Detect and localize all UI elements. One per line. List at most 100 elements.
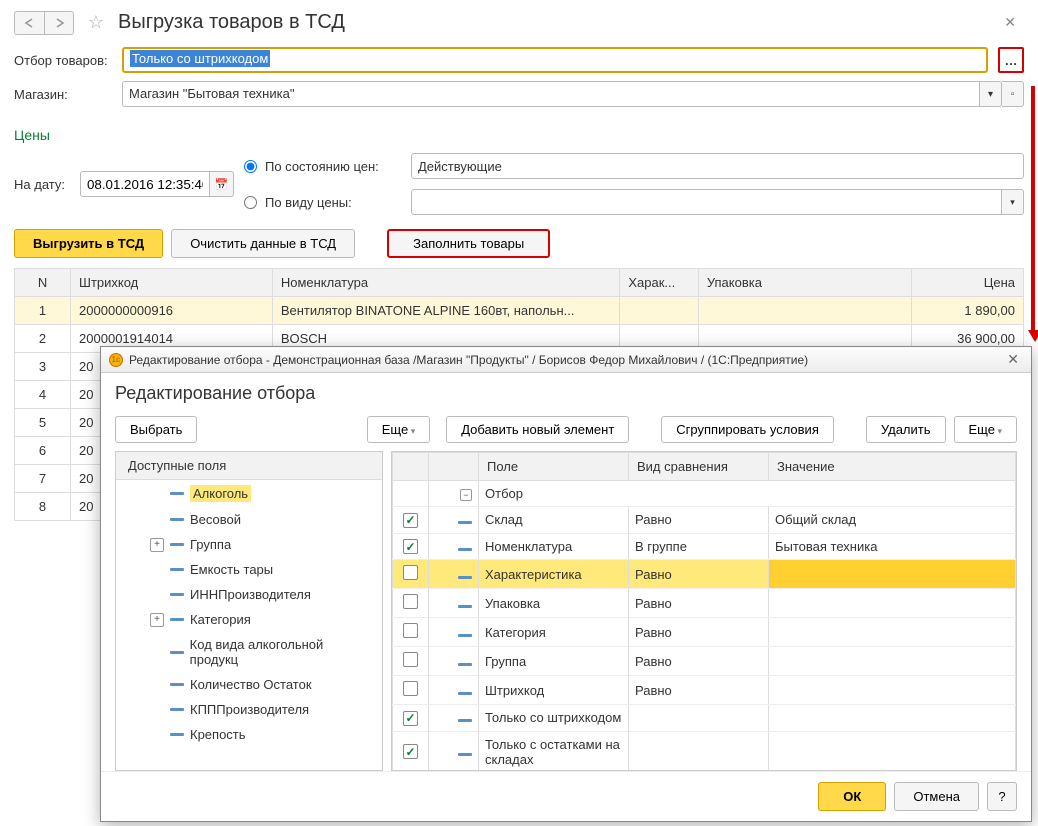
help-button[interactable]: ?: [987, 782, 1017, 811]
tree-label: Крепость: [190, 727, 246, 742]
tree-item[interactable]: +Категория: [116, 607, 382, 632]
cond-row[interactable]: Склад Равно Общий склад: [393, 507, 1016, 534]
window-close-button[interactable]: ✕: [996, 10, 1024, 35]
filter-input[interactable]: Только со штрихкодом: [122, 47, 988, 73]
collapse-icon[interactable]: −: [460, 489, 472, 501]
cond-value: [769, 676, 1016, 705]
cond-checkbox[interactable]: [403, 565, 418, 580]
cond-row[interactable]: Только со штрихкодом: [393, 705, 1016, 732]
cond-checkbox[interactable]: [403, 539, 418, 554]
dialog-title: Редактирование отбора: [101, 373, 1031, 412]
cell-barcode: 2000000000916: [71, 297, 273, 325]
cond-checkbox[interactable]: [403, 594, 418, 609]
cancel-button[interactable]: Отмена: [894, 782, 979, 811]
filter-ellipsis-button[interactable]: …: [998, 47, 1024, 73]
cond-col-icon: [429, 453, 479, 481]
cond-checkbox[interactable]: [403, 681, 418, 696]
date-label: На дату:: [14, 177, 70, 192]
calendar-button[interactable]: 📅: [210, 171, 234, 197]
tree-item[interactable]: Код вида алкогольной продукц: [116, 632, 382, 672]
cond-col-check: [393, 453, 429, 481]
cond-row[interactable]: Группа Равно: [393, 647, 1016, 676]
filter-editor-dialog: 1c Редактирование отбора - Демонстрацион…: [100, 346, 1032, 822]
delete-button[interactable]: Удалить: [866, 416, 946, 443]
date-input[interactable]: [80, 171, 210, 197]
expand-spacer: [150, 487, 164, 501]
cond-value: [769, 560, 1016, 589]
tree-item[interactable]: КПППроизводителя: [116, 697, 382, 722]
expand-spacer: [150, 563, 164, 577]
cond-row[interactable]: Характеристика Равно: [393, 560, 1016, 589]
add-element-button[interactable]: Добавить новый элемент: [446, 416, 629, 443]
app-icon: 1c: [109, 353, 123, 367]
export-button[interactable]: Выгрузить в ТСД: [14, 229, 163, 258]
tree-item[interactable]: Количество Остаток: [116, 672, 382, 697]
price-type-dropdown-button[interactable]: ▾: [1002, 189, 1024, 215]
cond-row[interactable]: Упаковка Равно: [393, 589, 1016, 618]
price-state-value[interactable]: Действующие: [411, 153, 1024, 179]
cond-row[interactable]: Номенклатура В группе Бытовая техника: [393, 533, 1016, 560]
expand-icon[interactable]: +: [150, 613, 164, 627]
fill-button[interactable]: Заполнить товары: [387, 229, 550, 258]
tree-item[interactable]: +Группа: [116, 532, 382, 557]
col-header-n[interactable]: N: [15, 269, 71, 297]
expand-spacer: [150, 513, 164, 527]
table-row[interactable]: 1 2000000000916 Вентилятор BINATONE ALPI…: [15, 297, 1024, 325]
field-icon: [170, 708, 184, 711]
store-input[interactable]: Магазин "Бытовая техника": [122, 81, 980, 107]
cond-checkbox[interactable]: [403, 711, 418, 726]
cond-checkbox[interactable]: [403, 744, 418, 759]
expand-spacer: [150, 588, 164, 602]
cell-pack: [698, 297, 911, 325]
price-type-radio[interactable]: [244, 196, 257, 209]
nav-forward-button[interactable]: [44, 11, 74, 35]
group-conditions-button[interactable]: Сгруппировать условия: [661, 416, 834, 443]
price-state-radio[interactable]: [244, 160, 257, 173]
more-button-right[interactable]: Еще: [954, 416, 1017, 443]
cond-compare: Равно: [629, 618, 769, 647]
cell-nom: Вентилятор BINATONE ALPINE 160вт, наполь…: [272, 297, 620, 325]
price-state-radio-label: По состоянию цен:: [265, 159, 395, 174]
col-header-pack[interactable]: Упаковка: [698, 269, 911, 297]
col-header-char[interactable]: Харак...: [620, 269, 698, 297]
tree-label: Весовой: [190, 512, 241, 527]
col-header-price[interactable]: Цена: [911, 269, 1023, 297]
field-icon: [458, 521, 472, 524]
select-button[interactable]: Выбрать: [115, 416, 197, 443]
cond-field: Номенклатура: [479, 533, 629, 560]
cond-row[interactable]: Только с остатками на складах: [393, 731, 1016, 771]
cond-checkbox[interactable]: [403, 513, 418, 528]
favorite-star-icon[interactable]: ☆: [84, 11, 108, 35]
more-button-left[interactable]: Еще: [367, 416, 430, 443]
store-dropdown-button[interactable]: ▾: [980, 81, 1002, 107]
cond-col-field[interactable]: Поле: [479, 453, 629, 481]
tree-item[interactable]: Емкость тары: [116, 557, 382, 582]
field-icon: [170, 518, 184, 521]
cond-row[interactable]: Штрихкод Равно: [393, 676, 1016, 705]
cond-row[interactable]: Категория Равно: [393, 618, 1016, 647]
tree-item[interactable]: Алкоголь: [116, 480, 382, 507]
nav-back-button[interactable]: [14, 11, 44, 35]
cell-char: [620, 297, 698, 325]
store-open-button[interactable]: ▫: [1002, 81, 1024, 107]
cond-checkbox[interactable]: [403, 623, 418, 638]
clear-button[interactable]: Очистить данные в ТСД: [171, 229, 355, 258]
col-header-barcode[interactable]: Штрихкод: [71, 269, 273, 297]
tree-item[interactable]: ИННПроизводителя: [116, 582, 382, 607]
cell-price: 1 890,00: [911, 297, 1023, 325]
price-type-select[interactable]: [411, 189, 1002, 215]
tree-item[interactable]: Крепость: [116, 722, 382, 747]
cond-field: Склад: [479, 507, 629, 534]
field-icon: [170, 593, 184, 596]
tree-item[interactable]: Весовой: [116, 507, 382, 532]
cond-value: [769, 618, 1016, 647]
dialog-close-button[interactable]: ✕: [1003, 351, 1023, 368]
cond-col-val[interactable]: Значение: [769, 453, 1016, 481]
col-header-nom[interactable]: Номенклатура: [272, 269, 620, 297]
cond-checkbox[interactable]: [403, 652, 418, 667]
ok-button[interactable]: ОК: [818, 782, 886, 811]
cond-col-cmp[interactable]: Вид сравнения: [629, 453, 769, 481]
cond-root-row[interactable]: −Отбор: [393, 481, 1016, 507]
cond-value: [769, 705, 1016, 732]
expand-icon[interactable]: +: [150, 538, 164, 552]
